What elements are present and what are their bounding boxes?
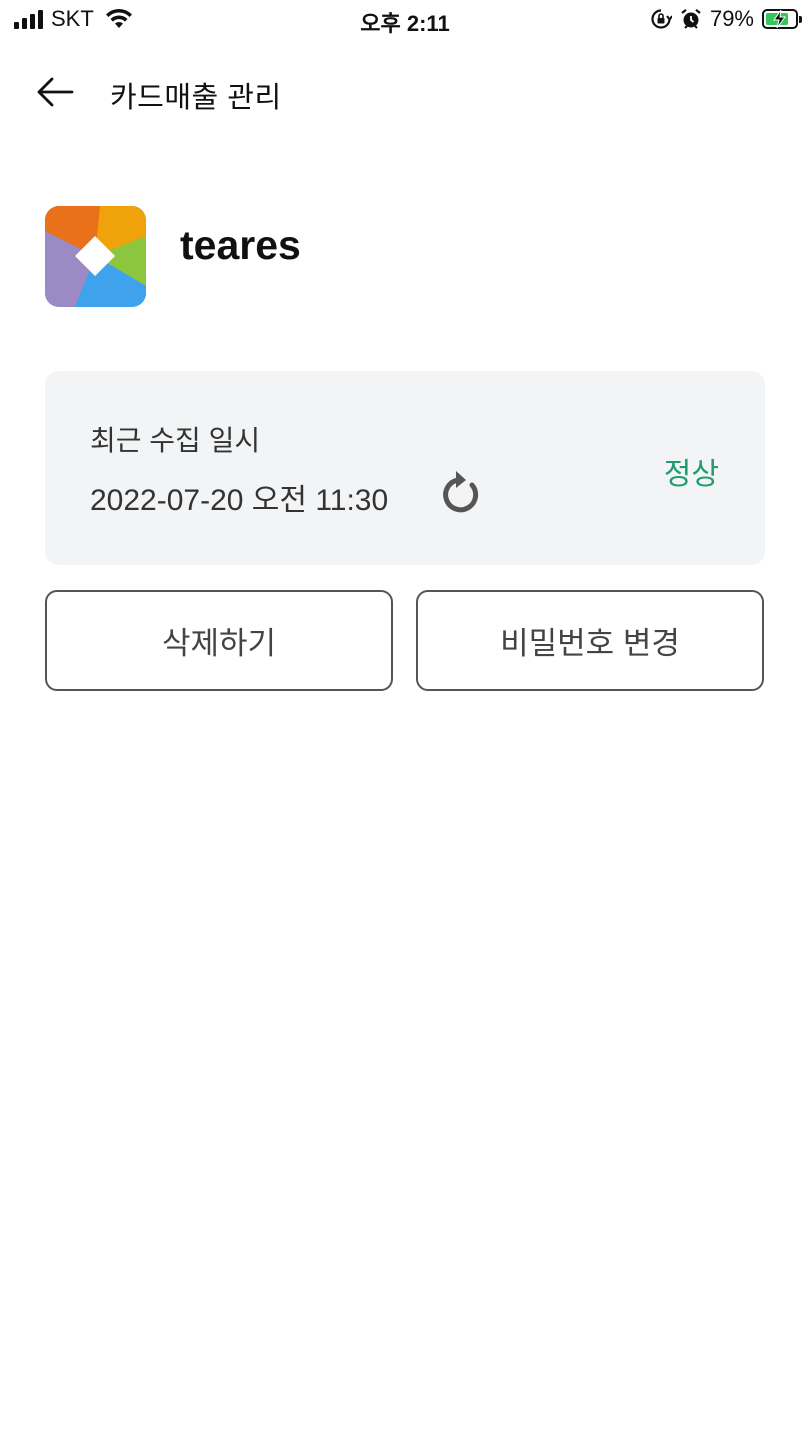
orientation-lock-icon bbox=[651, 9, 672, 29]
back-button[interactable] bbox=[30, 70, 80, 114]
collection-label: 최근 수집 일시 bbox=[90, 425, 261, 456]
app-name: teares bbox=[180, 222, 301, 268]
alarm-icon bbox=[681, 8, 701, 29]
change-password-button[interactable]: 비밀번호 변경 bbox=[416, 590, 764, 691]
collection-status: 정상 bbox=[663, 458, 719, 491]
refresh-icon[interactable] bbox=[438, 467, 486, 519]
page-title: 카드매출 관리 bbox=[110, 82, 282, 114]
collection-info-card: 최근 수집 일시 2022-07-20 오전 11:30 정상 bbox=[45, 371, 765, 565]
battery-percentage: 79% bbox=[709, 6, 754, 31]
status-bar-right: 79% bbox=[650, 6, 802, 32]
header: 카드매출 관리 bbox=[0, 60, 810, 124]
charging-bolt-icon bbox=[773, 10, 786, 28]
delete-button[interactable]: 삭제하기 bbox=[45, 590, 393, 691]
collection-datetime: 2022-07-20 오전 11:30 bbox=[90, 484, 389, 517]
page: SKT 오후 2:11 79% 카드매출 관리 teares 최근 수집 일시 … bbox=[0, 0, 810, 1440]
battery-charging-icon bbox=[762, 9, 802, 29]
status-bar: SKT 오후 2:11 79% bbox=[0, 0, 810, 40]
teares-logo-icon bbox=[45, 206, 146, 307]
arrow-left-icon bbox=[37, 77, 74, 107]
